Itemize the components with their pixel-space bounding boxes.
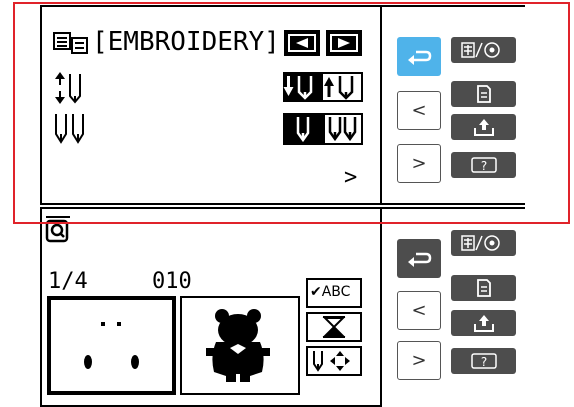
document-button[interactable] bbox=[451, 81, 516, 107]
next-button-bottom[interactable]: > bbox=[397, 341, 441, 380]
hourglass-icon bbox=[322, 316, 346, 338]
next-page-arrow[interactable]: > bbox=[344, 167, 357, 189]
twin-needle-button-icon bbox=[328, 117, 357, 142]
document-icon bbox=[476, 279, 491, 297]
back-icon bbox=[408, 252, 432, 267]
bottom-right-border bbox=[380, 207, 525, 209]
pattern-thumbnail-bear[interactable] bbox=[180, 296, 300, 395]
search-icon bbox=[44, 213, 72, 243]
memory-button[interactable] bbox=[451, 114, 516, 140]
svg-text:?: ? bbox=[480, 159, 486, 173]
help-button-bottom[interactable]: ? bbox=[451, 348, 516, 374]
top-right-border bbox=[380, 5, 525, 7]
next-pattern-button[interactable] bbox=[326, 30, 362, 56]
help-icon: ? bbox=[470, 353, 497, 369]
prev-button-bottom[interactable]: < bbox=[397, 291, 441, 330]
back-button[interactable] bbox=[397, 37, 441, 76]
next-button[interactable]: > bbox=[397, 144, 441, 183]
check-abc-button[interactable]: ✔ABC bbox=[306, 278, 362, 308]
bear-pattern-icon bbox=[206, 309, 270, 382]
svg-text:?: ? bbox=[480, 355, 486, 369]
single-needle-button[interactable] bbox=[283, 113, 323, 145]
language-settings-button[interactable] bbox=[451, 37, 516, 63]
memory-icon bbox=[473, 119, 494, 136]
move-pattern-button[interactable] bbox=[306, 346, 362, 376]
top-right-bottom-border bbox=[380, 203, 525, 205]
embroidery-mode-icon bbox=[52, 30, 90, 56]
needle-up-icon bbox=[324, 76, 354, 100]
twin-needle-button[interactable] bbox=[323, 113, 363, 145]
needle-down-button[interactable] bbox=[283, 72, 321, 102]
single-needle-selected-icon bbox=[296, 117, 310, 143]
document-button-bottom[interactable] bbox=[451, 275, 516, 301]
document-icon bbox=[476, 85, 491, 103]
bottom-divider bbox=[380, 207, 382, 399]
pattern-number: 010 bbox=[152, 269, 192, 294]
check-abc-label: ✔ABC bbox=[310, 284, 351, 300]
pattern-thumbnail-dots[interactable] bbox=[47, 296, 176, 395]
memory-icon bbox=[473, 315, 494, 332]
twin-needle-icon bbox=[54, 112, 88, 148]
language-settings-icon bbox=[460, 42, 500, 58]
timer-button[interactable] bbox=[306, 312, 362, 342]
mode-label: [EMBROIDERY] bbox=[92, 27, 280, 57]
needle-down-selected-icon bbox=[283, 76, 313, 100]
prev-button[interactable]: < bbox=[397, 91, 441, 130]
page-indicator: 1/4 bbox=[48, 269, 88, 294]
needle-up-button[interactable] bbox=[321, 72, 363, 102]
language-settings-button-bottom[interactable] bbox=[451, 230, 516, 256]
language-settings-icon bbox=[460, 235, 500, 251]
help-button[interactable]: ? bbox=[451, 152, 516, 178]
top-divider bbox=[380, 5, 382, 205]
next-arrow-icon bbox=[330, 34, 358, 52]
memory-button-bottom[interactable] bbox=[451, 310, 516, 336]
dots-pattern-icon bbox=[84, 322, 139, 369]
prev-pattern-button[interactable] bbox=[284, 30, 320, 56]
needle-up-down-icon bbox=[54, 70, 84, 106]
help-icon: ? bbox=[470, 157, 497, 173]
back-icon bbox=[408, 50, 432, 65]
prev-arrow-icon bbox=[288, 34, 316, 52]
back-button-bottom[interactable] bbox=[397, 239, 441, 278]
move-icon bbox=[313, 351, 350, 372]
